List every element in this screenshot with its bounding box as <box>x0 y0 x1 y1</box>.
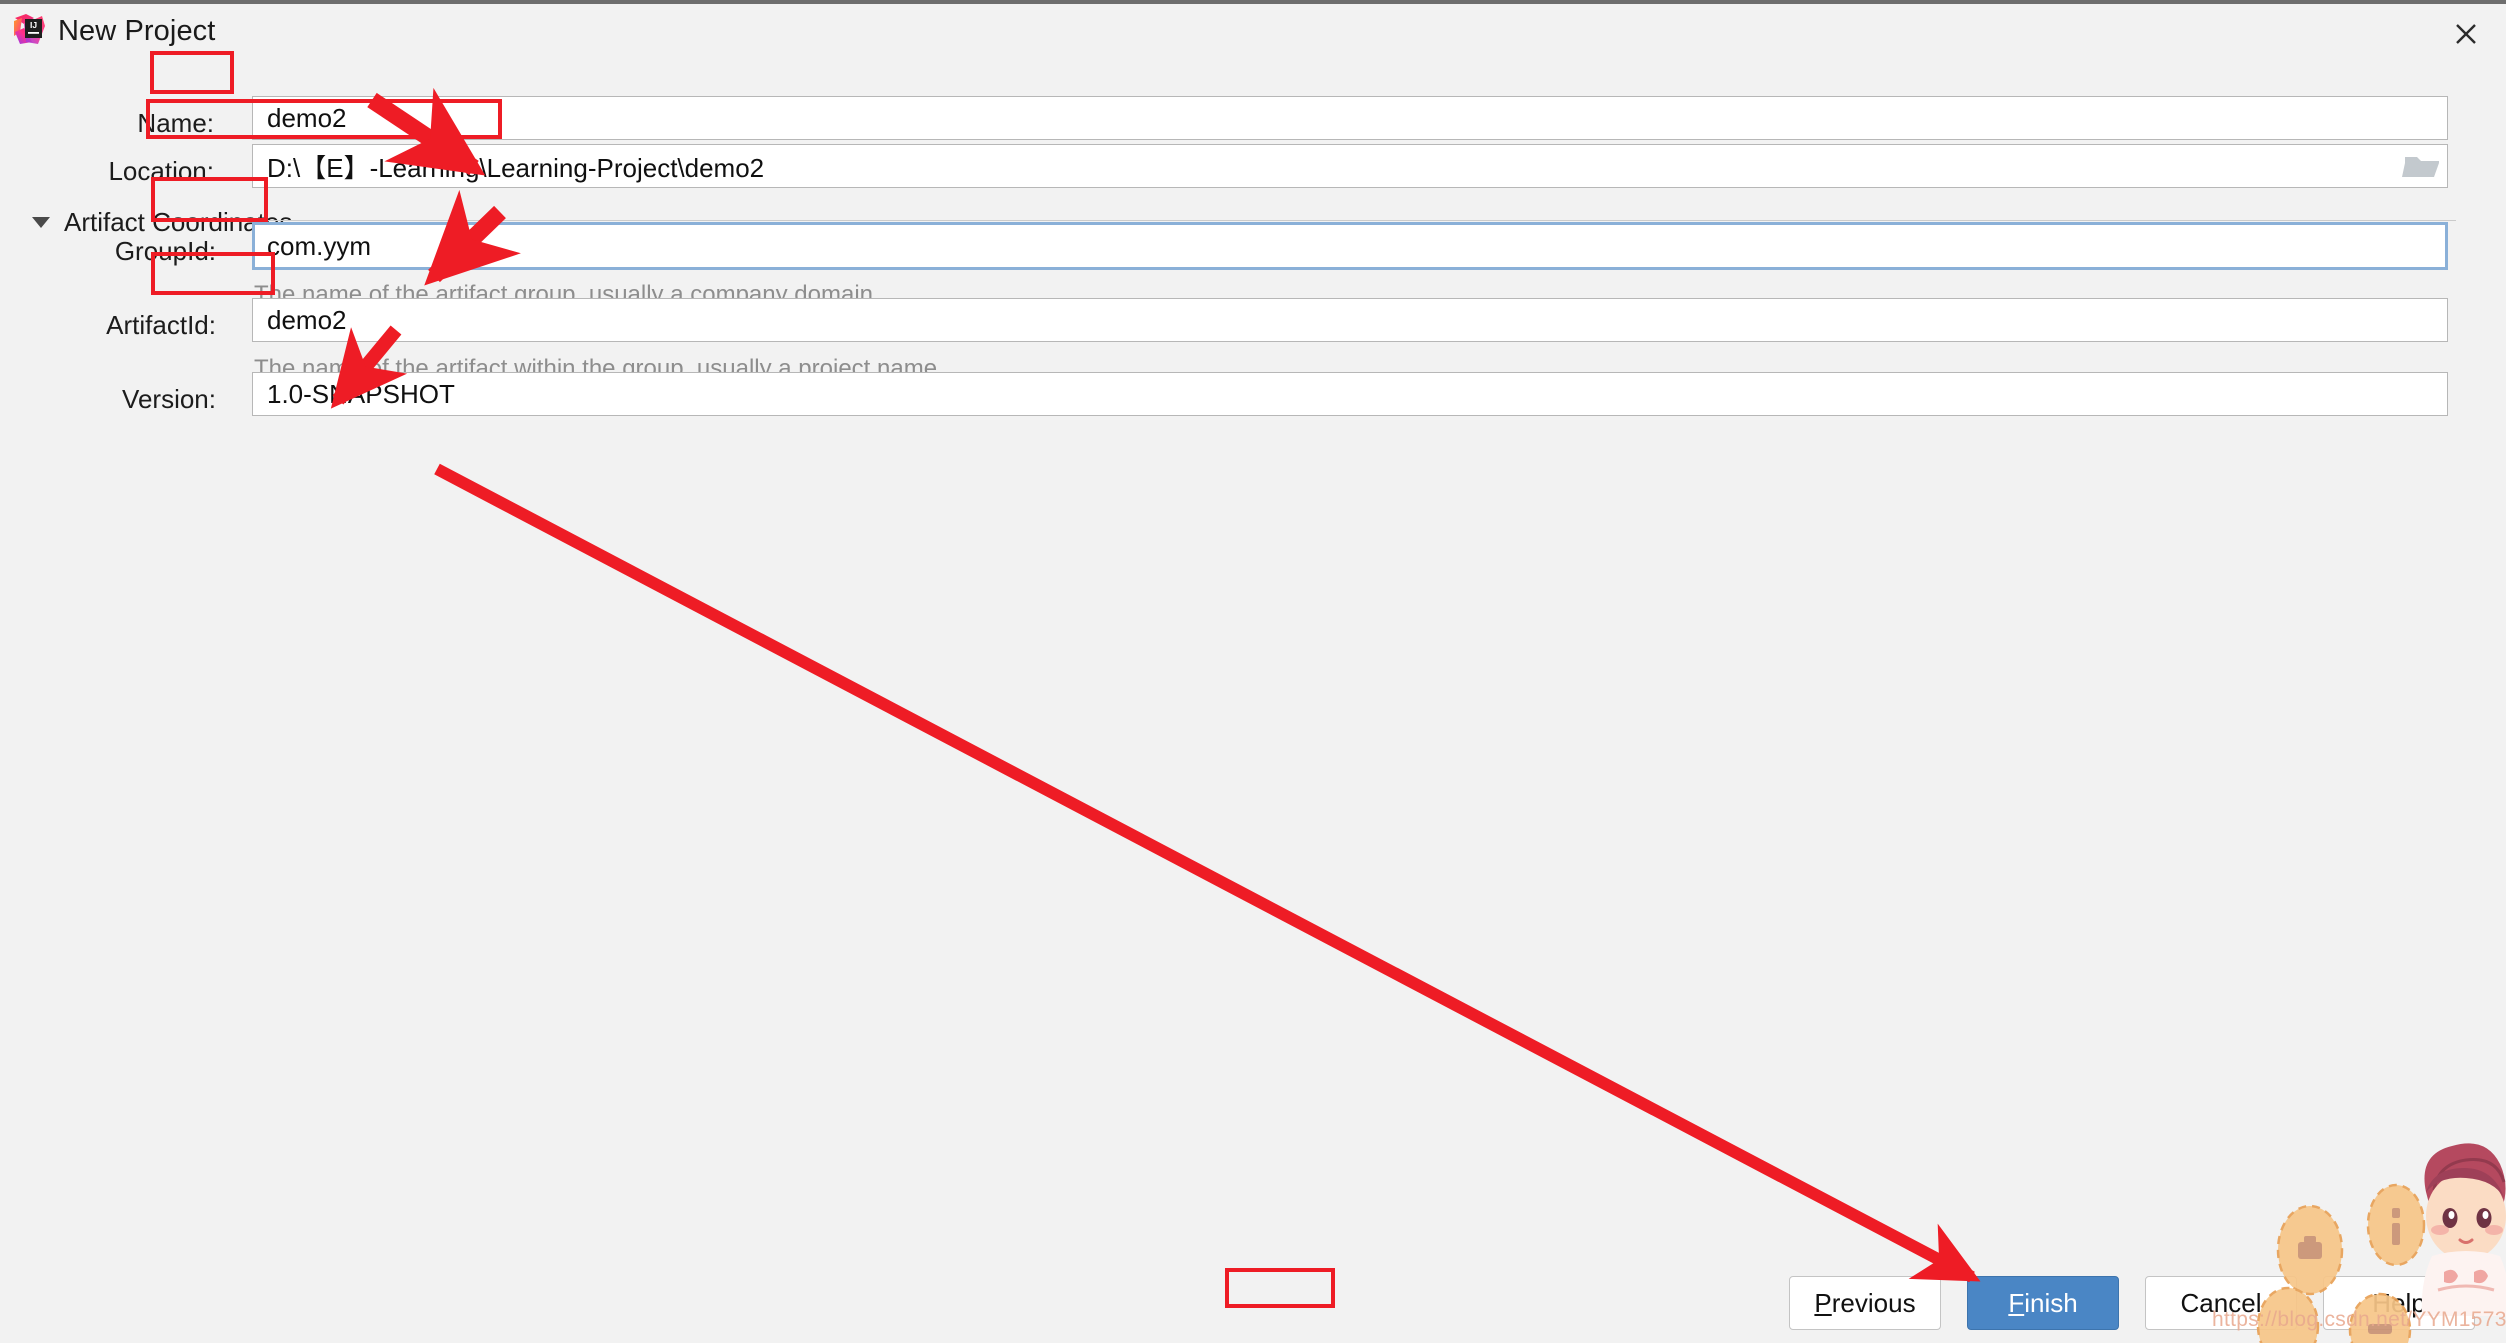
finish-button-label-rest: inish <box>2024 1287 2078 1318</box>
location-label: Location: <box>108 156 214 186</box>
close-icon[interactable] <box>2444 12 2488 56</box>
group-id-input[interactable]: com.yym <box>252 222 2448 270</box>
previous-button-label-rest: revious <box>1831 1287 1916 1318</box>
window-title: New Project <box>58 15 216 47</box>
name-label: Name: <box>137 108 214 138</box>
section-divider <box>218 220 2456 221</box>
version-label: Version: <box>122 384 216 414</box>
artifact-id-input[interactable]: demo2 <box>252 298 2448 342</box>
finish-button[interactable]: Finish <box>1967 1276 2119 1330</box>
new-project-form: Name: demo2 Location: D:\【E】-Learning\Le… <box>0 60 2506 1343</box>
help-button[interactable]: Help <box>2323 1276 2475 1330</box>
intellij-idea-logo-icon: IJ <box>12 12 46 46</box>
version-input[interactable]: 1.0-SNAPSHOT <box>252 372 2448 416</box>
cancel-button[interactable]: Cancel <box>2145 1276 2297 1330</box>
previous-button[interactable]: Previous <box>1789 1276 1941 1330</box>
chevron-down-icon[interactable] <box>32 217 50 228</box>
location-input[interactable]: D:\【E】-Learning\Learning-Project\demo2 <box>252 144 2448 188</box>
group-id-label: GroupId: <box>114 236 216 266</box>
title-bar: IJ New Project <box>0 4 2506 60</box>
folder-icon[interactable] <box>2402 150 2442 182</box>
name-input[interactable]: demo2 <box>252 96 2448 140</box>
previous-button-mnemonic: P <box>1814 1287 1832 1318</box>
finish-button-mnemonic: F <box>2008 1287 2025 1318</box>
artifact-id-label: ArtifactId: <box>106 310 216 340</box>
svg-text:IJ: IJ <box>30 20 37 30</box>
